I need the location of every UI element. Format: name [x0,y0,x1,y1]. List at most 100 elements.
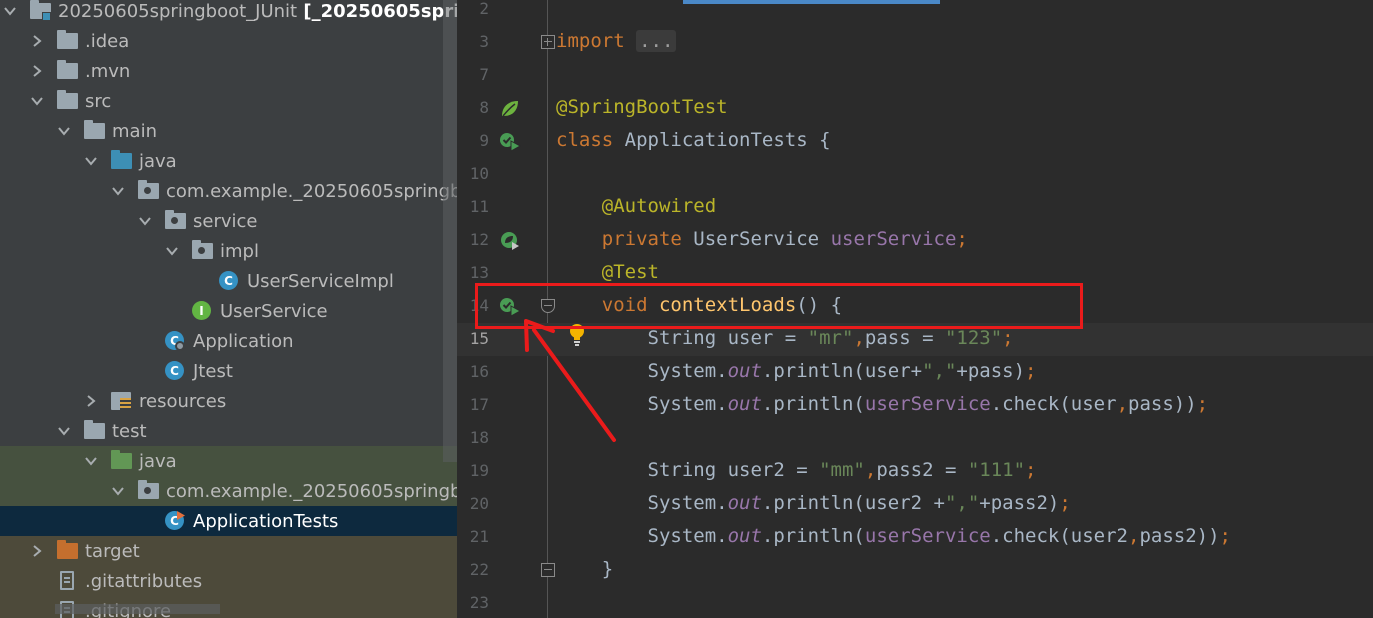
tree-item-label: service [193,210,258,232]
code-line[interactable]: 10 [457,158,1373,191]
tree-horizontal-scrollbar[interactable] [55,604,220,614]
tree-item[interactable]: com.example._20250605springbo [0,176,457,206]
code-line[interactable]: 2 [457,0,1373,26]
code-text: void contextLoads() { [601,294,843,316]
chevron-down-icon[interactable] [110,483,126,499]
tree-item[interactable]: resources [0,386,457,416]
lightbulb-icon[interactable] [569,323,585,347]
package-icon [138,180,160,201]
code-text: private UserService userService; [601,228,968,250]
code-text: @Autowired [601,195,717,217]
line-number: 12 [469,230,489,249]
code-line[interactable]: 20 System.out.println(user2 +","+pass2); [457,488,1373,521]
line-number: 10 [469,164,489,183]
tree-item-label: target [85,540,140,562]
code-line[interactable]: 12 private UserService userService; [457,224,1373,257]
tree-item[interactable]: service [0,206,457,236]
chevron-down-icon[interactable] [2,3,18,19]
line-number: 18 [469,428,489,447]
line-number: 8 [479,98,489,117]
fold-end-icon[interactable] [541,563,555,577]
tree-item-label: UserServiceImpl [247,270,394,292]
tree-item[interactable]: C UserServiceImpl [0,266,457,296]
folder-icon [57,60,79,81]
tree-item[interactable]: I UserService [0,296,457,326]
tree-item[interactable]: target [0,536,457,566]
line-number: 14 [469,296,489,315]
chevron-right-icon[interactable] [29,63,45,79]
line-number: 15 [469,329,489,348]
tree-item[interactable]: java [0,146,457,176]
code-line[interactable]: 15 String user = "mr",pass = "123"; [457,323,1373,356]
tree-item[interactable]: com.example._20250605springbo [0,476,457,506]
code-line[interactable]: 13 @Test [457,257,1373,290]
tree-item[interactable]: C Jtest [0,356,457,386]
code-line[interactable]: 22 } [457,554,1373,587]
code-text: class ApplicationTests { [556,129,831,151]
folder-icon [84,420,106,441]
tree-vertical-scrollbar[interactable] [443,0,457,462]
code-line[interactable]: 3 import ... [457,26,1373,59]
line-number: 11 [469,197,489,216]
tree-item[interactable]: .gitattributes [0,566,457,596]
chevron-down-icon[interactable] [83,153,99,169]
tree-item[interactable]: .idea [0,26,457,56]
tree-item[interactable]: impl [0,236,457,266]
chevron-down-icon[interactable] [83,453,99,469]
source-folder-icon [111,150,133,171]
chevron-down-icon[interactable] [137,213,153,229]
code-line[interactable]: 8 @SpringBootTest [457,92,1373,125]
tree-item[interactable]: main [0,116,457,146]
code-text: System.out.println(userService.check(use… [556,393,1209,415]
code-line[interactable]: 19 String user2 = "mm",pass2 = "111"; [457,455,1373,488]
tree-item[interactable]: C ApplicationTests [0,506,457,536]
folder-icon [84,120,106,141]
chevron-down-icon[interactable] [164,243,180,259]
tree-item-label: .idea [85,30,130,52]
chevron-down-icon[interactable] [56,123,72,139]
chevron-down-icon[interactable] [56,423,72,439]
folder-icon [57,90,79,111]
spring-leaf-icon[interactable] [499,98,521,120]
autowired-bean-navigate-icon[interactable] [499,230,521,252]
fold-collapse-icon[interactable] [541,299,555,313]
chevron-down-icon[interactable] [110,183,126,199]
module-folder-icon [30,0,52,21]
code-text: System.out.println(userService.check(use… [556,525,1231,547]
interface-icon: I [192,301,214,321]
code-line[interactable]: 21 System.out.println(userService.check(… [457,521,1373,554]
tree-item-label: java [139,450,177,472]
tree-item-label: impl [220,240,259,262]
code-editor[interactable]: 2 3 import ... 7 8 @SpringBootTest 9 class Appl… [457,0,1373,618]
code-line[interactable]: 18 [457,422,1373,455]
code-line[interactable]: 7 [457,59,1373,92]
code-line[interactable]: 11 @Autowired [457,191,1373,224]
code-line[interactable]: 14 void contextLoads() { [457,290,1373,323]
chevron-right-icon[interactable] [83,393,99,409]
code-line[interactable]: 17 System.out.println(userService.check(… [457,389,1373,422]
chevron-right-icon[interactable] [29,543,45,559]
code-line[interactable]: 9 class ApplicationTests { [457,125,1373,158]
chevron-down-icon[interactable] [29,93,45,109]
code-text: String user = "mr",pass = "123"; [556,327,1014,349]
test-folder-icon [111,450,133,471]
tree-item[interactable]: .mvn [0,56,457,86]
tree-item-label: resources [139,390,227,412]
code-line[interactable]: 23 [457,587,1373,618]
tree-item[interactable]: src [0,86,457,116]
run-test-method-icon[interactable] [499,296,522,318]
tree-item-label: .mvn [85,60,131,82]
tree-item-label: ApplicationTests [193,510,339,532]
code-line[interactable]: 16 System.out.println(user+","+pass); [457,356,1373,389]
chevron-right-icon[interactable] [29,33,45,49]
fold-expand-icon[interactable] [541,35,555,49]
code-text: @SpringBootTest [556,96,728,118]
tree-item[interactable]: 20250605springboot_JUnit [_20250605sprin… [0,0,457,26]
test-class-icon: C [165,511,187,531]
tree-item[interactable]: C Application [0,326,457,356]
run-test-class-icon[interactable] [499,131,522,153]
tree-item[interactable]: java [0,446,457,476]
class-icon: C [165,361,187,381]
tree-item-label: 20250605springboot_JUnit [58,0,298,22]
tree-item[interactable]: test [0,416,457,446]
